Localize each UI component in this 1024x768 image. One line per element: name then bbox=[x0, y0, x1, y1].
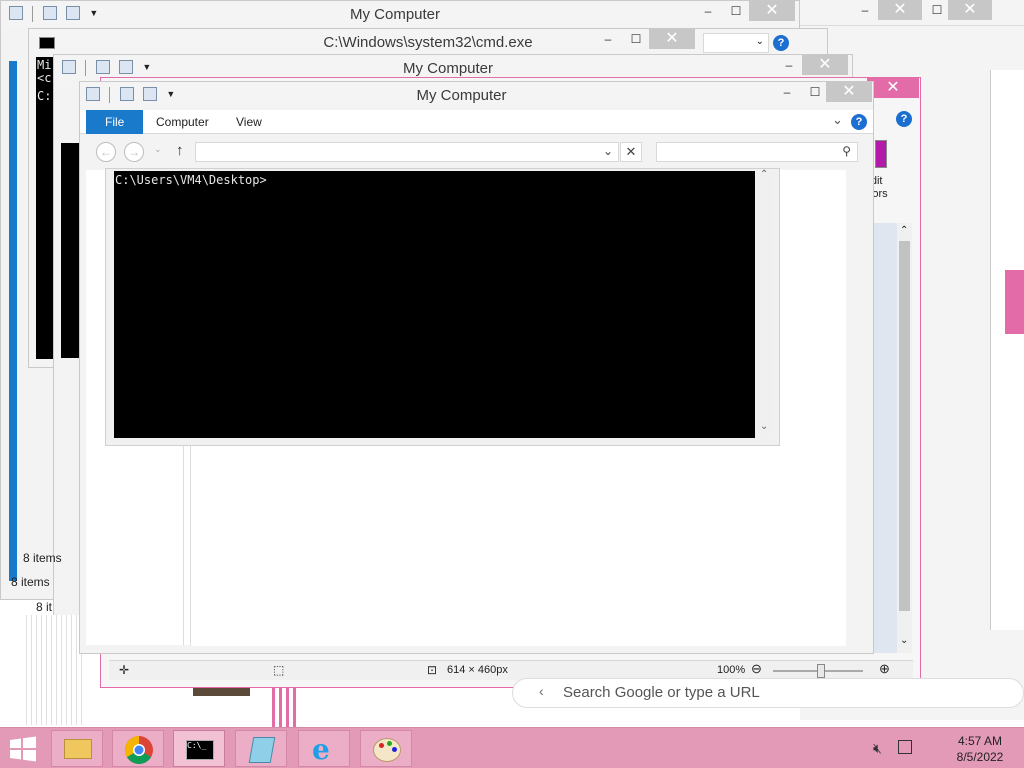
paint-dot bbox=[392, 747, 397, 752]
clear-address-button[interactable]: ✕ bbox=[620, 142, 642, 162]
zoom-out-button[interactable]: ⊖ bbox=[751, 661, 762, 677]
zoom-slider-thumb[interactable] bbox=[817, 664, 825, 678]
close-button[interactable]: ✕ bbox=[826, 82, 872, 102]
taskbar: C:\_ e 🔇︎ 4:57 AM 8/5/2022 bbox=[0, 727, 1024, 768]
taskbar-chrome[interactable] bbox=[112, 730, 164, 767]
chevron-down-icon[interactable]: ⌄ bbox=[756, 36, 764, 47]
back-explorer-titlebar[interactable]: ▼ My Computer ‒ ☐ ✕ bbox=[1, 1, 799, 27]
close-button[interactable]: ✕ bbox=[749, 1, 795, 21]
scroll-up-arrow[interactable]: ⌃ bbox=[900, 225, 908, 236]
paint-status-bar: ✛ ⬚ ⊡ 614 × 460px 100% ⊖ ⊕ bbox=[109, 660, 913, 680]
background-window-right-body bbox=[990, 70, 1024, 630]
recent-locations-icon[interactable]: ⌄ bbox=[154, 144, 162, 155]
chrome-icon bbox=[125, 736, 153, 764]
maximize-button[interactable]: ☐ bbox=[802, 82, 828, 102]
edit-colors-icon[interactable] bbox=[875, 140, 887, 168]
ribbon-tabs: File Computer View ⌄ ? bbox=[80, 110, 873, 134]
paint-dot bbox=[379, 743, 384, 748]
cmd-console[interactable]: C:\Users\VM4\Desktop> bbox=[114, 171, 755, 438]
status-bar-text: 8 items bbox=[11, 575, 50, 589]
taskbar-internet-explorer[interactable]: e bbox=[298, 730, 350, 767]
volume-muted-icon[interactable]: 🔇︎ bbox=[873, 740, 882, 757]
close-button[interactable]: ✕ bbox=[878, 0, 922, 20]
chrome-accent-strip bbox=[1005, 270, 1024, 334]
paint-dot bbox=[387, 741, 392, 746]
clock-date[interactable]: 8/5/2022 bbox=[950, 750, 1010, 764]
cmd-icon: C:\_ bbox=[186, 740, 214, 760]
scroll-down-arrow[interactable]: ⌄ bbox=[900, 635, 908, 646]
background-image-thumbnail bbox=[193, 688, 250, 696]
zoom-level: 100% bbox=[717, 664, 746, 676]
chevron-down-icon[interactable]: ⌄ bbox=[832, 112, 843, 128]
maximize-button[interactable]: ☐ bbox=[924, 0, 950, 20]
close-button[interactable]: ✕ bbox=[649, 29, 695, 49]
status-bar-text: 8 items bbox=[23, 551, 62, 565]
cursor-position-icon: ✛ bbox=[119, 663, 130, 677]
clock-time[interactable]: 4:57 AM bbox=[950, 734, 1010, 748]
forward-arrow-icon[interactable]: → bbox=[124, 142, 144, 162]
maximize-button[interactable]: ☐ bbox=[723, 1, 749, 21]
console-scrollbar[interactable]: ⌃ ⌄ bbox=[756, 169, 773, 438]
search-box[interactable]: ⌄ bbox=[703, 33, 769, 53]
search-icon[interactable]: ⚲ bbox=[842, 144, 851, 158]
search-icon: ‹ bbox=[539, 683, 544, 699]
cmd-window-front[interactable]: C:\Users\VM4\Desktop> ⌃ ⌄ bbox=[105, 168, 780, 446]
help-icon[interactable]: ? bbox=[773, 35, 789, 51]
scroll-down-arrow[interactable]: ⌄ bbox=[760, 421, 768, 432]
omnibox-placeholder: Search Google or type a URL bbox=[563, 684, 760, 701]
tab-view[interactable]: View bbox=[224, 110, 274, 134]
taskbar-notepad[interactable] bbox=[235, 730, 287, 767]
minimize-button[interactable]: ‒ bbox=[776, 55, 802, 75]
folder-icon bbox=[64, 739, 92, 759]
close-button[interactable]: ✕ bbox=[948, 0, 992, 20]
minimize-button[interactable]: ‒ bbox=[695, 1, 721, 21]
zoom-in-button[interactable]: ⊕ bbox=[879, 661, 890, 677]
close-button[interactable]: ✕ bbox=[867, 78, 919, 98]
tab-computer[interactable]: Computer bbox=[144, 110, 221, 134]
window-title: My Computer bbox=[402, 60, 494, 77]
right-window-titlebar[interactable]: ‒ ☐ ✕ ☐ ✕ bbox=[800, 0, 1024, 26]
taskbar-command-prompt[interactable]: C:\_ bbox=[173, 730, 225, 767]
taskbar-paint[interactable] bbox=[360, 730, 412, 767]
minimize-button[interactable]: ‒ bbox=[852, 0, 878, 20]
window-frame-strip bbox=[22, 615, 82, 725]
front-explorer-titlebar[interactable]: ▼ My Computer ‒ ☐ ✕ bbox=[80, 82, 873, 108]
taskbar-file-explorer[interactable] bbox=[51, 730, 103, 767]
console-prompt: C:\Users\VM4\Desktop> bbox=[115, 173, 267, 187]
scroll-up-arrow[interactable]: ⌃ bbox=[760, 169, 768, 180]
internet-explorer-icon: e bbox=[312, 733, 330, 766]
address-bar[interactable]: ⌄ bbox=[195, 142, 619, 162]
window-title: My Computer bbox=[416, 87, 507, 104]
canvas-size-icon: ⊡ bbox=[427, 663, 438, 677]
help-icon[interactable]: ? bbox=[896, 111, 912, 127]
windows-logo-icon bbox=[10, 736, 36, 762]
selection-size-icon: ⬚ bbox=[273, 663, 285, 677]
start-button[interactable] bbox=[8, 736, 38, 762]
window-title: My Computer bbox=[349, 6, 441, 23]
canvas-dimensions: 614 × 460px bbox=[447, 664, 508, 676]
window-frame-strip bbox=[272, 688, 297, 728]
chevron-down-icon[interactable]: ⌄ bbox=[603, 144, 613, 158]
network-icon[interactable] bbox=[898, 740, 912, 754]
help-icon[interactable]: ? bbox=[851, 114, 867, 130]
scroll-thumb[interactable] bbox=[899, 241, 910, 611]
chrome-omnibox[interactable]: ‹ Search Google or type a URL bbox=[512, 678, 1024, 708]
status-bar-text: 8 it bbox=[36, 600, 53, 614]
close-button[interactable]: ✕ bbox=[802, 55, 848, 75]
search-input[interactable]: ⚲ bbox=[656, 142, 858, 162]
content-pane-lower bbox=[190, 446, 846, 646]
nav-pane bbox=[9, 61, 17, 581]
minimize-button[interactable]: ‒ bbox=[595, 29, 621, 49]
up-arrow-icon[interactable]: ↑ bbox=[176, 142, 184, 159]
tab-file[interactable]: File bbox=[86, 110, 144, 134]
vertical-scrollbar[interactable]: ⌃ ⌄ bbox=[897, 223, 912, 653]
minimize-button[interactable]: ‒ bbox=[774, 82, 800, 102]
notepad-icon bbox=[248, 737, 276, 763]
maximize-button[interactable]: ☐ bbox=[623, 29, 649, 49]
back-arrow-icon[interactable]: ← bbox=[96, 142, 116, 162]
